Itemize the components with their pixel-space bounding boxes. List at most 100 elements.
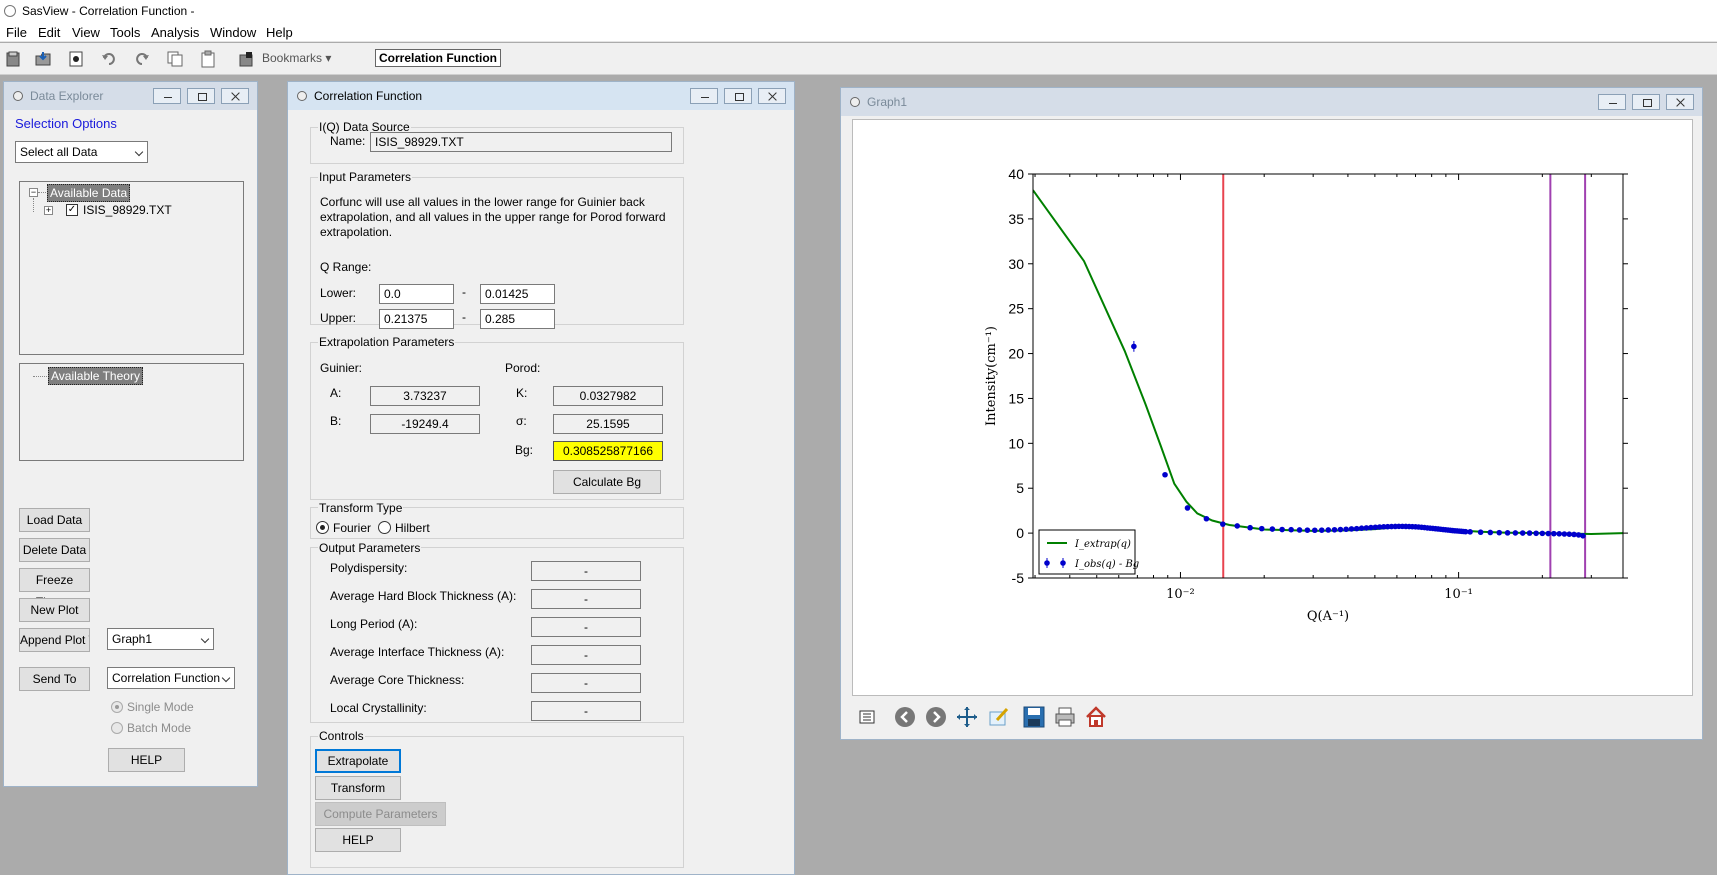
menu-tools[interactable]: Tools (110, 25, 140, 40)
lower-max-field[interactable]: 0.01425 (480, 284, 555, 304)
hilbert-radio[interactable] (378, 521, 391, 534)
menu-analysis[interactable]: Analysis (151, 25, 199, 40)
menu-view[interactable]: View (72, 25, 100, 40)
data-point (1477, 529, 1484, 536)
data-point (1539, 530, 1546, 537)
paste-icon[interactable] (197, 48, 219, 70)
window-icon (850, 97, 860, 107)
select-data-combo[interactable]: Select all Data (15, 141, 148, 163)
close-button[interactable] (1666, 94, 1694, 110)
data-checkbox[interactable]: ✓ (66, 204, 78, 216)
append-plot-button[interactable]: Append Plot To (19, 628, 90, 652)
plot-toolbar (852, 699, 1693, 735)
bookmarks-menu[interactable]: Bookmarks ▾ (262, 51, 331, 65)
batch-mode-radio[interactable] (111, 722, 123, 734)
forward-arrow-icon[interactable] (925, 706, 947, 728)
home-icon[interactable] (1085, 706, 1107, 728)
new-plot-button[interactable]: New Plot (19, 598, 90, 622)
maximize-button[interactable] (724, 88, 752, 104)
print-icon[interactable] (1054, 706, 1076, 728)
calculate-bg-button[interactable]: Calculate Bg (553, 470, 661, 494)
output-field-crystallinity[interactable]: - (531, 701, 641, 721)
data-point (1220, 521, 1226, 527)
delete-data-button[interactable]: Delete Data (19, 538, 90, 562)
redo-icon[interactable] (131, 48, 153, 70)
open-folder-icon[interactable] (32, 48, 54, 70)
data-item-label[interactable]: ISIS_98929.TXT (83, 203, 172, 217)
extrapolation-title: Extrapolation Parameters (318, 335, 456, 349)
edit-icon[interactable] (988, 706, 1010, 728)
close-button[interactable] (758, 88, 786, 104)
upper-max-field[interactable]: 0.285 (480, 309, 555, 329)
menu-help[interactable]: Help (266, 25, 293, 40)
load-data-button[interactable]: Load Data (19, 508, 90, 532)
freeze-theory-button[interactable]: Freeze Theory (19, 568, 90, 609)
fourier-radio[interactable] (316, 521, 329, 534)
output-label-crystallinity: Local Crystallinity: (330, 701, 427, 715)
output-field-interface-thickness[interactable]: - (531, 645, 641, 665)
list-icon[interactable] (856, 706, 878, 728)
plot-canvas[interactable]: -5 0 5 10 15 20 25 30 35 40 10⁻² 10⁻¹ Q(A⁻¹) Intensit… (852, 119, 1693, 696)
expand-icon[interactable]: + (44, 206, 53, 215)
menu-window[interactable]: Window (210, 25, 256, 40)
upper-label: Upper: (320, 311, 357, 325)
extrapolate-button[interactable]: Extrapolate (315, 749, 401, 773)
porod-k-field[interactable]: 0.0327982 (553, 386, 663, 406)
menu-edit[interactable]: Edit (38, 25, 60, 40)
maximize-button[interactable] (1632, 94, 1660, 110)
bookmark-icon[interactable] (238, 48, 260, 70)
graph1-title: Graph1 (867, 95, 908, 109)
q-range-label: Q Range: (320, 260, 372, 274)
save-disk-icon[interactable] (1023, 706, 1045, 728)
single-mode-radio[interactable] (111, 701, 123, 713)
output-field-long-period[interactable]: - (531, 617, 641, 637)
append-plot-combo[interactable]: Graph1 (107, 628, 214, 650)
minimize-button[interactable] (153, 88, 181, 104)
guinier-a-field[interactable]: 3.73237 (370, 386, 480, 406)
active-perspective-button[interactable]: Correlation Function (375, 49, 501, 67)
collapse-icon[interactable]: − (29, 188, 38, 197)
output-field-hard-block[interactable]: - (531, 589, 641, 609)
sigma-label: σ: (516, 414, 527, 428)
batch-mode-label: Batch Mode (127, 721, 192, 735)
minimize-button[interactable] (690, 88, 718, 104)
explorer-help-button[interactable]: HELP (108, 748, 185, 772)
maximize-button[interactable] (187, 88, 215, 104)
window-icon (297, 91, 307, 101)
available-theory-node[interactable]: Available Theory (48, 367, 143, 385)
k-label: K: (516, 386, 528, 400)
output-field-core-thickness[interactable]: - (531, 673, 641, 693)
open-file-icon[interactable] (2, 48, 24, 70)
minimize-button[interactable] (1598, 94, 1626, 110)
porod-sigma-field[interactable]: 25.1595 (553, 414, 663, 434)
send-to-combo[interactable]: Correlation Function (107, 667, 235, 689)
data-name-field[interactable]: ISIS_98929.TXT (370, 132, 672, 152)
data-point (1504, 530, 1511, 536)
pan-icon[interactable] (956, 706, 978, 728)
background-field[interactable]: 0.308525877166 (553, 441, 663, 461)
available-data-node[interactable]: Available Data (47, 184, 131, 202)
corfunc-help-button[interactable]: HELP (315, 828, 401, 852)
selection-options-label: Selection Options (15, 116, 117, 131)
save-icon[interactable] (65, 48, 87, 70)
output-parameters-title: Output Parameters (318, 541, 422, 555)
back-arrow-icon[interactable] (894, 706, 916, 728)
lower-min-field[interactable]: 0.0 (379, 284, 454, 304)
undo-icon[interactable] (98, 48, 120, 70)
tree-connector (33, 198, 34, 212)
copy-icon[interactable] (164, 48, 186, 70)
close-button[interactable] (221, 88, 249, 104)
plot-frame (1032, 173, 1624, 579)
select-data-combo-value: Select all Data (20, 145, 98, 159)
y-tick-label: 30 (1008, 256, 1024, 272)
output-field-polydispersity[interactable]: - (531, 561, 641, 581)
upper-min-field[interactable]: 0.21375 (379, 309, 454, 329)
data-explorer-title: Data Explorer (30, 89, 104, 103)
compute-parameters-button[interactable]: Compute Parameters (315, 802, 446, 826)
transform-button[interactable]: Transform (315, 776, 401, 800)
guinier-b-field[interactable]: -19249.4 (370, 414, 480, 434)
extrapolated-curve (1033, 189, 1623, 536)
range-dash: - (462, 310, 466, 324)
menu-file[interactable]: File (6, 25, 27, 40)
send-to-button[interactable]: Send To (19, 667, 90, 691)
